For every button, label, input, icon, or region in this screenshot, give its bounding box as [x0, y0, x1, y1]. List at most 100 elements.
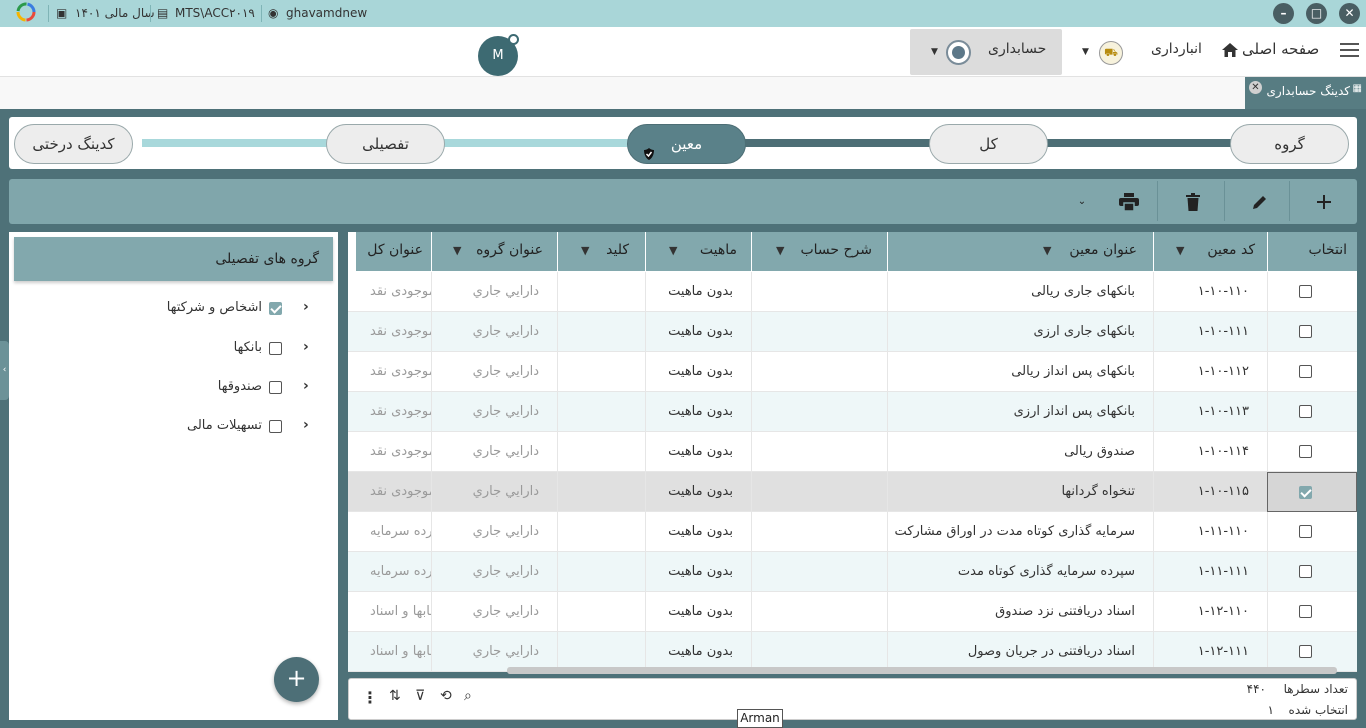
tree-item-facilities[interactable]: تسهیلات مالی: [150, 416, 290, 438]
checkbox[interactable]: [269, 342, 282, 355]
tree-item-banks[interactable]: بانکها: [150, 338, 290, 360]
row-checkbox[interactable]: [1299, 645, 1312, 658]
minimize-button[interactable]: –: [1273, 3, 1294, 24]
column-header-code[interactable]: کد معین ▼: [1153, 232, 1267, 271]
column-header-select[interactable]: انتخاب: [1267, 232, 1357, 271]
tree-item-label: اشخاص و شرکتها: [166, 300, 262, 315]
close-button[interactable]: ✕: [1339, 3, 1360, 24]
filter-icon[interactable]: ▼: [776, 232, 784, 269]
plus-icon: +: [286, 664, 307, 692]
row-checkbox[interactable]: [1299, 486, 1312, 499]
column-header-title[interactable]: عنوان معین ▼: [887, 232, 1153, 271]
table-row[interactable]: ۱-۱۲-۱۱۰ اسناد دریافتنی نزد صندوق بدون ماه…: [348, 592, 1357, 632]
checkbox[interactable]: [269, 420, 282, 433]
maximize-button[interactable]: □: [1306, 3, 1327, 24]
row-count-label: تعداد سطرها: [1283, 682, 1348, 696]
chevron-down-icon[interactable]: ▼: [931, 47, 938, 57]
step-tree-coding[interactable]: کدینگ درختی: [14, 124, 133, 164]
column-header-nature[interactable]: ماهیت ▼: [645, 232, 751, 271]
row-checkbox[interactable]: [1299, 285, 1312, 298]
more-vert-icon[interactable]: ⋮: [362, 688, 378, 707]
step-detail[interactable]: تفصیلی: [326, 124, 445, 164]
table-row[interactable]: ۱-۱۰-۱۱۴ صندوق ریالی بدون ماهیت دارايي جاري…: [348, 432, 1357, 472]
table-row[interactable]: ۱-۱۰-۱۱۲ بانکهای پس انداز ریالی بدون ماهیت…: [348, 352, 1357, 392]
select-cell: [1267, 392, 1357, 432]
app-logo-icon: [16, 2, 36, 29]
warehouse-icon[interactable]: ⛟: [1099, 41, 1123, 65]
tree-item-persons[interactable]: اشخاص و شرکتها: [150, 298, 290, 320]
general-cell: موجودی نقد: [370, 444, 431, 459]
tree-item-label: صندوقها: [217, 379, 262, 394]
search-icon[interactable]: ⌕: [464, 688, 472, 704]
step-general[interactable]: کل: [929, 124, 1048, 164]
table-row[interactable]: ۱-۱۰-۱۱۰ بانکهای جاری ریالی بدون ماهیت دارا…: [348, 272, 1357, 312]
row-checkbox[interactable]: [1299, 565, 1312, 578]
tree-item-cashboxes[interactable]: صندوقها: [150, 377, 290, 399]
column-header-group-title[interactable]: عنوان گروه ▼: [431, 232, 557, 271]
chevron-down-icon[interactable]: ▼: [1082, 47, 1089, 57]
home-icon[interactable]: [1221, 42, 1239, 58]
code-cell: ۱-۱۲-۱۱۱: [1153, 632, 1267, 672]
more-dropdown[interactable]: ⌄: [1062, 179, 1102, 224]
general-cell: موجودی نقد: [370, 284, 431, 299]
step-group[interactable]: گروه: [1230, 124, 1349, 164]
row-checkbox[interactable]: [1299, 445, 1312, 458]
server-icon: ▤: [157, 6, 169, 20]
description-cell: [751, 472, 887, 512]
description-cell: [751, 552, 887, 592]
row-checkbox[interactable]: [1299, 405, 1312, 418]
select-cell: [1267, 272, 1357, 312]
table-row[interactable]: ۱-۱۰-۱۱۱ بانکهای جاری ارزی بدون ماهیت داراي…: [348, 312, 1357, 352]
group-cell: دارايي جاري: [431, 352, 557, 392]
table-row[interactable]: ۱-۱۰-۱۱۳ بانکهای پس انداز ارزی بدون ماهیت د…: [348, 392, 1357, 432]
sort-icon[interactable]: ⇅: [389, 688, 401, 704]
checkbox[interactable]: [269, 302, 282, 315]
refresh-icon[interactable]: ⟲: [440, 688, 452, 704]
key-cell: [557, 632, 645, 672]
column-header-key[interactable]: کلید ▼: [557, 232, 645, 271]
horizontal-scrollbar[interactable]: [507, 667, 1337, 674]
home-link[interactable]: صفحه اصلی: [1242, 40, 1319, 58]
tab-accounting-coding[interactable]: ✕ کدینگ حسابداری ▦: [1245, 77, 1366, 110]
tab-strip: [0, 77, 1366, 109]
chevron-right-icon[interactable]: ›: [303, 339, 309, 355]
select-cell: [1267, 552, 1357, 592]
clear-filter-icon[interactable]: ⊽: [415, 688, 425, 704]
chevron-right-icon[interactable]: ›: [303, 378, 309, 394]
print-button[interactable]: [1096, 179, 1162, 224]
column-header-general-title[interactable]: عنوان کل: [356, 232, 431, 271]
chevron-right-icon[interactable]: ›: [303, 299, 309, 315]
filter-icon[interactable]: ▼: [1176, 232, 1184, 269]
panel-collapse-handle[interactable]: ‹: [0, 341, 9, 400]
pencil-icon: [1253, 195, 1266, 209]
header-label: عنوان کل: [367, 242, 423, 258]
add-button[interactable]: [1291, 179, 1357, 224]
filter-icon[interactable]: ▼: [669, 232, 677, 269]
filter-icon[interactable]: ▼: [1043, 232, 1051, 269]
step-subsidiary[interactable]: معین: [627, 124, 746, 164]
edit-button[interactable]: [1227, 179, 1293, 224]
close-icon[interactable]: ✕: [1249, 81, 1262, 94]
warehouse-link[interactable]: انبارداری: [1151, 41, 1202, 57]
delete-button[interactable]: [1160, 179, 1226, 224]
accounting-icon[interactable]: [946, 40, 971, 65]
filter-icon[interactable]: ▼: [453, 232, 461, 269]
column-header-description[interactable]: شرح حساب ▼: [751, 232, 887, 271]
table-row[interactable]: ۱-۱۲-۱۱۱ اسناد دریافتنی در جریان وصول بدون…: [348, 632, 1357, 672]
filter-icon[interactable]: ▼: [581, 232, 589, 269]
checkbox[interactable]: [269, 381, 282, 394]
table-row[interactable]: ۱-۱۰-۱۱۵ تنخواه گردانها بدون ماهیت دارايي ج…: [348, 472, 1357, 512]
table-row[interactable]: ۱-۱۱-۱۱۰ سرمایه گذاری کوتاه مدت در اوراق …: [348, 512, 1357, 552]
add-group-button[interactable]: +: [274, 657, 319, 702]
hamburger-icon[interactable]: [1340, 43, 1359, 57]
row-checkbox[interactable]: [1299, 365, 1312, 378]
accounting-link[interactable]: حسابداری: [988, 41, 1046, 57]
row-checkbox[interactable]: [1299, 525, 1312, 538]
row-checkbox[interactable]: [1299, 325, 1312, 338]
chevron-right-icon[interactable]: ›: [303, 417, 309, 433]
select-cell: [1267, 432, 1357, 472]
code-cell: ۱-۱۰-۱۱۵: [1153, 472, 1267, 512]
row-checkbox[interactable]: [1299, 605, 1312, 618]
printer-icon: [1119, 192, 1139, 212]
table-row[interactable]: ۱-۱۱-۱۱۱ سپرده سرمایه گذاری کوتاه مدت بدون…: [348, 552, 1357, 592]
